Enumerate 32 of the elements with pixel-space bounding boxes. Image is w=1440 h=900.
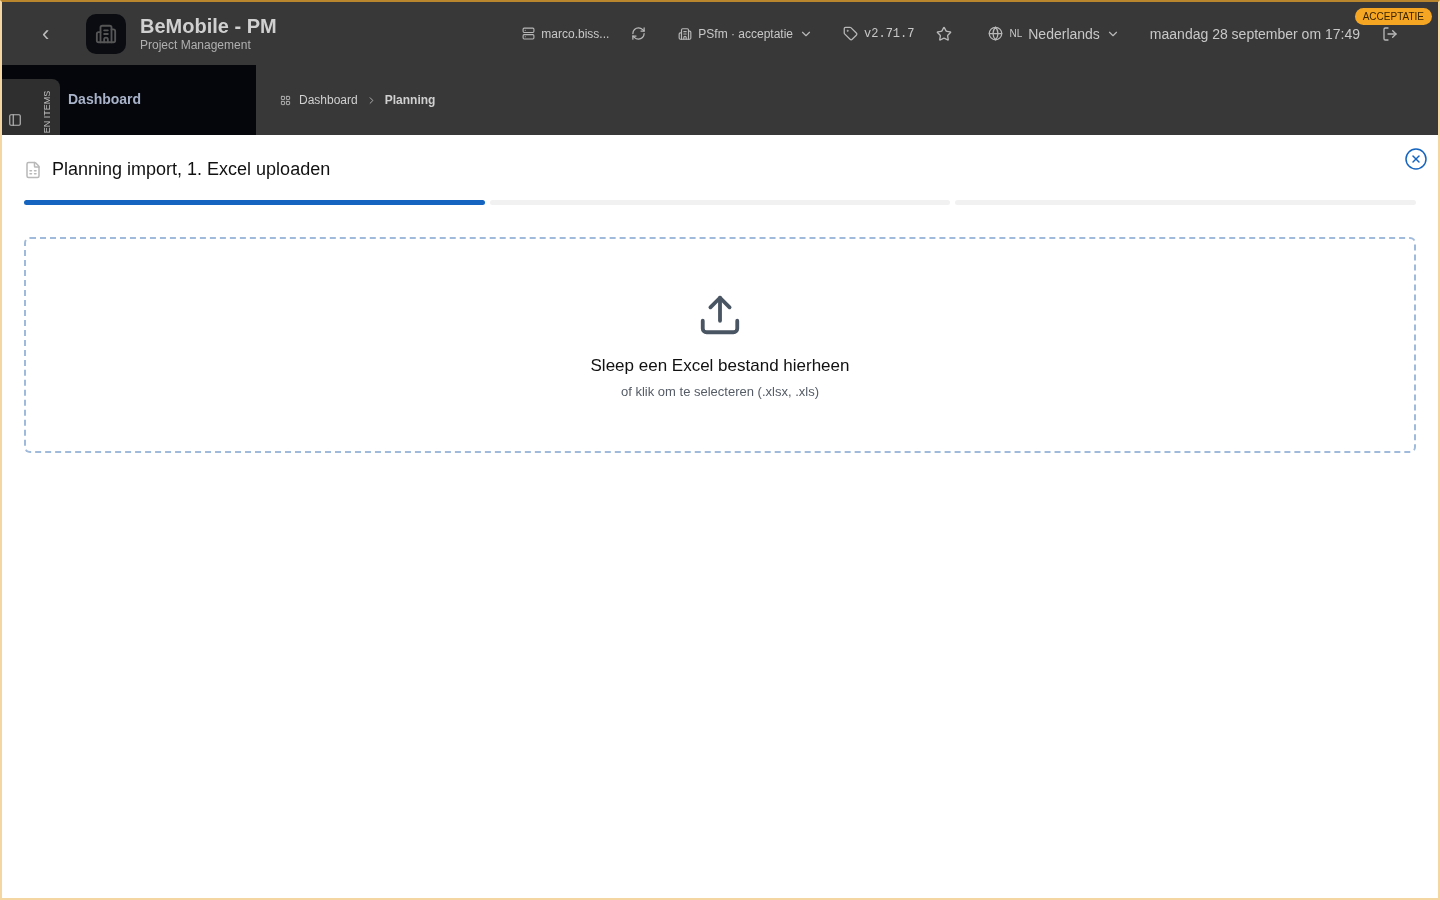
environment-selector[interactable]: PSfm · acceptatie <box>670 20 822 47</box>
datetime-text: maandag 28 september om 17:49 <box>1148 24 1361 44</box>
sidebar-tab-label: EN ITEMS <box>42 90 53 134</box>
app-logo-icon <box>86 13 126 54</box>
dropzone-title: Sleep een Excel bestand hierheen <box>590 355 850 376</box>
environment-badge: ACCEPTATIE <box>1354 8 1432 25</box>
modal-title: Planning import, 1. Excel uploaden <box>52 159 331 180</box>
spreadsheet-file-icon <box>24 160 42 179</box>
sidebar-tab[interactable]: EN ITEMS <box>2 79 60 135</box>
breadcrumb-link[interactable]: Planning <box>384 93 436 107</box>
refresh-icon[interactable] <box>631 26 647 41</box>
logout-icon[interactable] <box>1382 25 1398 42</box>
dropzone-hint: of klik om te selecteren (.xlsx, .xls) <box>621 383 819 399</box>
app-subtitle: Project Management <box>140 38 252 52</box>
close-button[interactable] <box>1404 147 1428 171</box>
panel-icon[interactable] <box>8 113 22 127</box>
user-selector[interactable]: marco.biss... <box>514 20 618 47</box>
back-button[interactable]: ‹ <box>42 20 60 47</box>
grid-icon <box>280 94 291 106</box>
star-icon[interactable] <box>936 25 953 42</box>
file-dropzone[interactable]: Sleep een Excel bestand hierheen of klik om te selecteren (.xlsx, .xls) <box>24 237 1416 453</box>
language-selector[interactable]: NL Nederlands <box>980 19 1128 48</box>
tag-icon <box>843 26 859 41</box>
version-label: v2.71.7 <box>835 20 923 47</box>
language-name: Nederlands <box>1028 25 1100 42</box>
server-icon <box>522 27 536 40</box>
building-icon <box>678 26 693 41</box>
breadcrumb-link[interactable]: Dashboard <box>299 93 358 107</box>
app-title: BeMobile - PM <box>140 15 278 38</box>
sidebar-item[interactable]: Dashboard <box>68 91 142 135</box>
language-code: NL <box>1009 28 1023 39</box>
globe-icon <box>988 26 1004 41</box>
